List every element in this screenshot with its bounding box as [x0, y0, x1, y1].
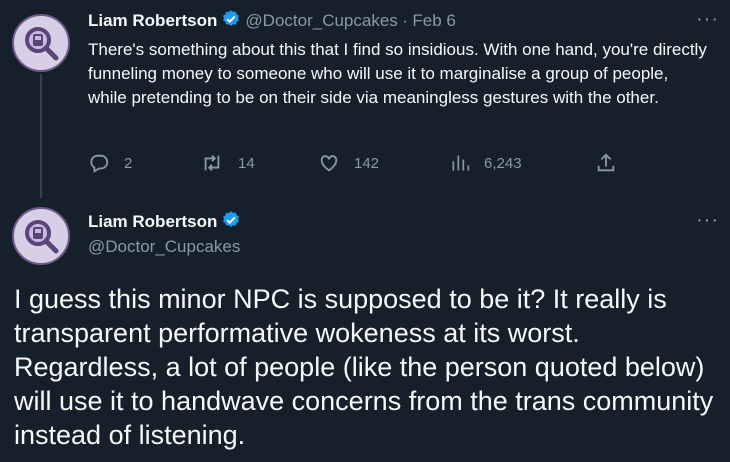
author-name[interactable]: Liam Robertson [88, 11, 217, 30]
like-button[interactable]: 142 [318, 152, 379, 174]
separator: · [402, 11, 408, 30]
author-handle[interactable]: @Doctor_Cupcakes [245, 11, 397, 30]
tweet-header: Liam Robertson [88, 210, 245, 232]
reply-icon [90, 154, 109, 173]
avatar[interactable] [12, 14, 70, 72]
magnifier-avatar-icon [25, 27, 59, 61]
author-handle[interactable]: @Doctor_Cupcakes [88, 237, 240, 257]
share-button[interactable] [595, 152, 617, 174]
tweet-header: Liam Robertson @Doctor_Cupcakes · Feb 6 [88, 9, 456, 31]
verified-badge-icon [223, 10, 240, 26]
share-icon [597, 153, 615, 172]
verified-badge-icon [223, 211, 240, 227]
retweet-count: 14 [238, 154, 255, 172]
like-icon [320, 155, 338, 172]
magnifier-avatar-icon [25, 220, 59, 254]
retweet-icon [204, 155, 220, 171]
views-button[interactable]: 6,243 [450, 152, 522, 174]
tweet-date[interactable]: Feb 6 [412, 11, 455, 30]
thread-line [40, 74, 42, 198]
more-icon[interactable]: ··· [696, 8, 719, 31]
like-count: 142 [354, 154, 380, 172]
retweet-button[interactable]: 14 [200, 152, 255, 174]
author-name[interactable]: Liam Robertson [88, 212, 217, 231]
reply-count: 2 [124, 154, 133, 172]
views-icon [452, 155, 470, 171]
avatar[interactable] [12, 207, 70, 265]
reply-button[interactable]: 2 [88, 152, 132, 174]
tweet-text: There's something about this that I find… [88, 40, 707, 107]
more-icon[interactable]: ··· [696, 209, 719, 232]
views-count: 6,243 [484, 154, 522, 172]
tweet-text: I guess this minor NPC is supposed to be… [14, 284, 714, 450]
